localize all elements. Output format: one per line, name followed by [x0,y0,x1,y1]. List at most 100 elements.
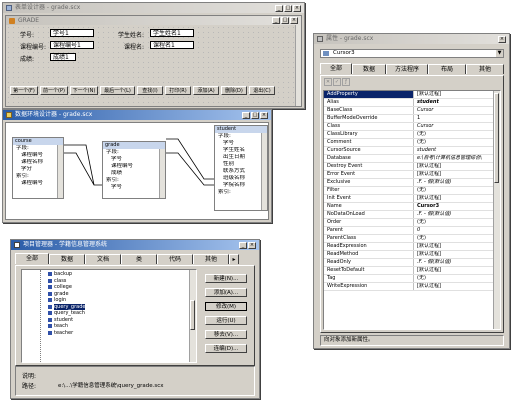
minimize-icon[interactable]: _ [239,241,247,249]
property-value[interactable]: (无) [414,139,493,146]
table-field[interactable]: 索引: [13,173,63,180]
form-designer-titlebar[interactable]: 表单设计器 - grade.scx _ □ × [3,3,304,13]
chevron-down-icon[interactable]: ▼ [496,50,503,57]
run-button[interactable]: 运行(U) [205,316,247,325]
field-xuehao[interactable]: 学号1 [50,29,94,37]
table-field[interactable]: 学生姓名 [215,147,267,154]
maximize-icon[interactable]: □ [251,111,259,119]
accept-icon[interactable]: ✓ [333,78,341,86]
property-row[interactable]: NoDataOnLoad .F. - 假(默认值) [324,211,493,219]
property-row[interactable]: Error Event [默认过程] [324,171,493,179]
property-name[interactable]: ResetToDefault [324,267,414,274]
property-row[interactable]: Parent 0 [324,227,493,235]
property-row[interactable]: BufferModeOverride 1 [324,115,493,123]
property-row[interactable]: ReadExpression [默认过程] [324,243,493,251]
property-name[interactable]: BufferModeOverride [324,115,414,122]
tab-docs[interactable]: 文档 [85,254,121,264]
property-value[interactable]: Cursor3 [414,203,493,210]
grade-scrollbar[interactable] [159,149,165,198]
property-value[interactable]: 1 [414,115,493,122]
student-scrollbar[interactable] [261,133,267,210]
tab-other[interactable]: 其他 [466,64,504,74]
form-designer-window[interactable]: 表单设计器 - grade.scx _ □ × GRADE _ □ × 学号: … [2,2,305,109]
property-value[interactable]: (无) [414,275,493,282]
field-xingming[interactable]: 学生姓名1 [150,29,194,37]
property-name[interactable]: Filter [324,187,414,194]
course-table[interactable]: course 字段: 课程编号 课程名称 学分 索引: 课程编号 [12,137,64,199]
build-button[interactable]: 连编(D)... [205,344,247,353]
table-field[interactable]: 出生日期 [215,154,267,161]
property-row[interactable]: Name Cursor3 [324,203,493,211]
properties-window[interactable]: 属性 - grade.scx × Cursor3 ▼ 全部 数据 方法程序 布局… [313,33,510,349]
table-field[interactable]: 学号 [103,184,165,191]
table-field[interactable]: 字段: [215,133,267,140]
tab-scroll-right-icon[interactable]: ▸ [229,254,239,264]
property-name[interactable]: Error Event [324,171,414,178]
property-name[interactable]: Alias [324,99,414,106]
tab-class[interactable]: 类 [121,254,157,264]
data-env-titlebar[interactable]: 数据环境设计器 - grade.scx _ □ × [3,110,271,120]
property-row[interactable]: Order (无) [324,219,493,227]
project-tabs[interactable]: 全部 数据 文档 类 代码 其他 ▸ [15,253,239,265]
minimize-icon[interactable]: _ [275,4,283,12]
data-env-window[interactable]: 数据环境设计器 - grade.scx _ □ × course 字段: 课程编… [2,109,272,223]
grade-form[interactable]: GRADE _ □ × 学号: 学号1 学生姓名: 学生姓名1 课程编号: 课程… [5,15,302,107]
tab-data[interactable]: 数据 [352,64,386,74]
property-value[interactable]: [默认过程] [414,163,493,170]
minimize-icon[interactable]: _ [242,111,250,119]
close-icon[interactable]: × [260,111,268,119]
print-button[interactable]: 打印(R) [165,86,191,95]
label-xingming[interactable]: 学生姓名: [118,30,144,39]
property-value[interactable]: [默认过程] [414,195,493,202]
label-xuehao[interactable]: 学号: [20,30,34,39]
property-row[interactable]: Class Cursor [324,123,493,131]
list-scrollbar[interactable] [189,270,196,362]
table-field[interactable]: 学号 [215,140,267,147]
next-button[interactable]: 下一个(N) [70,86,98,95]
properties-tabs[interactable]: 全部 数据 方法程序 布局 其他 [320,63,504,75]
project-item-list[interactable]: backup class college grade login query_g… [21,269,197,363]
new-button[interactable]: 新建(N)... [205,274,247,283]
property-row[interactable]: Init Event [默认过程] [324,195,493,203]
property-row[interactable]: WriteExpression [默认过程] [324,283,493,291]
scroll-thumb[interactable] [190,300,195,330]
table-field[interactable]: 字段: [13,145,63,152]
add-file-button[interactable]: 添加(A)... [205,288,247,297]
property-row[interactable]: Alias student [324,99,493,107]
table-field[interactable]: 班级名称 [215,175,267,182]
property-name[interactable]: Exclusive [324,179,414,186]
property-row[interactable]: Exclusive .F. - 假(默认值) [324,179,493,187]
project-manager-titlebar[interactable]: 项目管理器 - 学籍信息管理系统 _ × [11,240,259,250]
property-value[interactable]: .F. - 假(默认值) [414,211,493,218]
table-field[interactable]: 索引: [215,189,267,196]
table-field[interactable]: 课程名称 [13,159,63,166]
property-value[interactable]: [默认过程] [414,243,493,250]
property-row-selected[interactable]: AddProperty [默认过程] [324,91,493,99]
property-name[interactable]: ReadMethod [324,251,414,258]
property-name[interactable]: Name [324,203,414,210]
remove-button[interactable]: 移去(V)... [205,330,247,339]
modify-button[interactable]: 修改(M) [205,302,247,311]
form-scrollbar[interactable] [295,25,301,106]
property-scrollbar[interactable] [493,91,500,329]
property-name[interactable]: NoDataOnLoad [324,211,414,218]
table-field[interactable]: 联系方式 [215,168,267,175]
course-scrollbar[interactable] [57,145,63,198]
property-value[interactable]: student [414,147,493,154]
property-value[interactable]: e:\自考\计算机信息管理综合\ [414,155,493,162]
form-canvas[interactable]: 学号: 学号1 学生姓名: 学生姓名1 课程编号: 课程编号1 课程名: 课程名… [6,25,301,106]
tab-code[interactable]: 代码 [157,254,193,264]
property-name[interactable]: BaseClass [324,107,414,114]
property-value[interactable]: 0 [414,227,493,234]
properties-titlebar[interactable]: 属性 - grade.scx × [314,34,509,44]
property-name[interactable]: Order [324,219,414,226]
property-name[interactable]: Destroy Event [324,163,414,170]
grade-table[interactable]: grade 字段: 学号 课程编号 成绩 索引: 学号 [102,141,166,199]
add-button[interactable]: 添加(A) [193,86,219,95]
object-selector[interactable]: Cursor3 ▼ [320,49,504,58]
table-field[interactable]: 成绩 [103,170,165,177]
property-value[interactable]: [默认过程] [414,251,493,258]
tab-other[interactable]: 其他 [193,254,229,264]
field-chengji[interactable]: 成绩1 [50,53,76,61]
property-row[interactable]: ResetToDefault [默认过程] [324,267,493,275]
